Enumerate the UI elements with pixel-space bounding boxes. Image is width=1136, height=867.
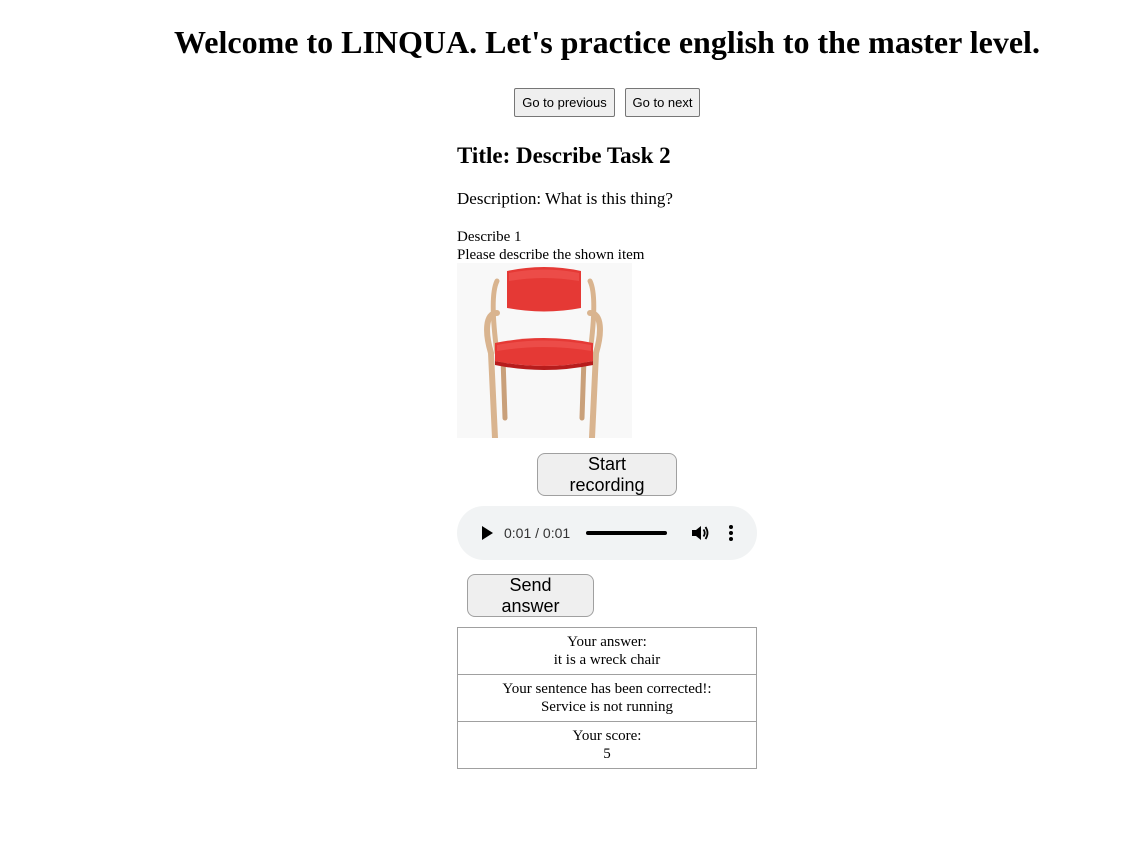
score-label: Your score: bbox=[572, 728, 642, 744]
score-cell: Your score: 5 bbox=[457, 721, 757, 769]
task-description: Description: What is this thing? bbox=[457, 189, 673, 208]
audio-progress-slider[interactable] bbox=[586, 531, 667, 535]
audio-player: 0:01 / 0:01 bbox=[457, 506, 757, 560]
start-recording-button[interactable]: Start recording bbox=[537, 453, 677, 496]
more-options-icon[interactable] bbox=[723, 523, 739, 543]
table-row: Your sentence has been corrected!: Servi… bbox=[457, 674, 757, 722]
task-navigation: Go to previous Go to next bbox=[514, 88, 700, 117]
correction-value: Service is not running bbox=[540, 699, 674, 715]
go-previous-button[interactable]: Go to previous bbox=[514, 88, 615, 117]
table-row: Your score: 5 bbox=[457, 721, 757, 769]
audio-time: 0:01 / 0:01 bbox=[504, 525, 571, 541]
page-heading: Welcome to LINQUA. Let's practice englis… bbox=[174, 24, 1040, 60]
volume-icon[interactable] bbox=[690, 523, 710, 543]
results-table: Your answer: it is a wreck chair Your se… bbox=[457, 627, 757, 769]
send-answer-button[interactable]: Send answer bbox=[467, 574, 594, 617]
answer-cell: Your answer: it is a wreck chair bbox=[457, 627, 757, 675]
task-title: Title: Describe Task 2 bbox=[457, 143, 671, 168]
score-value: 5 bbox=[603, 746, 611, 762]
answer-label: Your answer: bbox=[567, 634, 647, 650]
question-block: Describe 1 Please describe the shown ite… bbox=[457, 228, 644, 264]
play-icon[interactable] bbox=[479, 525, 495, 541]
correction-cell: Your sentence has been corrected!: Servi… bbox=[457, 674, 757, 722]
table-row: Your answer: it is a wreck chair bbox=[457, 627, 757, 675]
go-next-button[interactable]: Go to next bbox=[625, 88, 700, 117]
chair-image bbox=[457, 263, 632, 438]
question-name: Describe 1 bbox=[457, 229, 522, 245]
answer-value: it is a wreck chair bbox=[553, 652, 661, 668]
correction-label: Your sentence has been corrected!: bbox=[502, 681, 712, 697]
question-prompt: Please describe the shown item bbox=[457, 247, 645, 263]
